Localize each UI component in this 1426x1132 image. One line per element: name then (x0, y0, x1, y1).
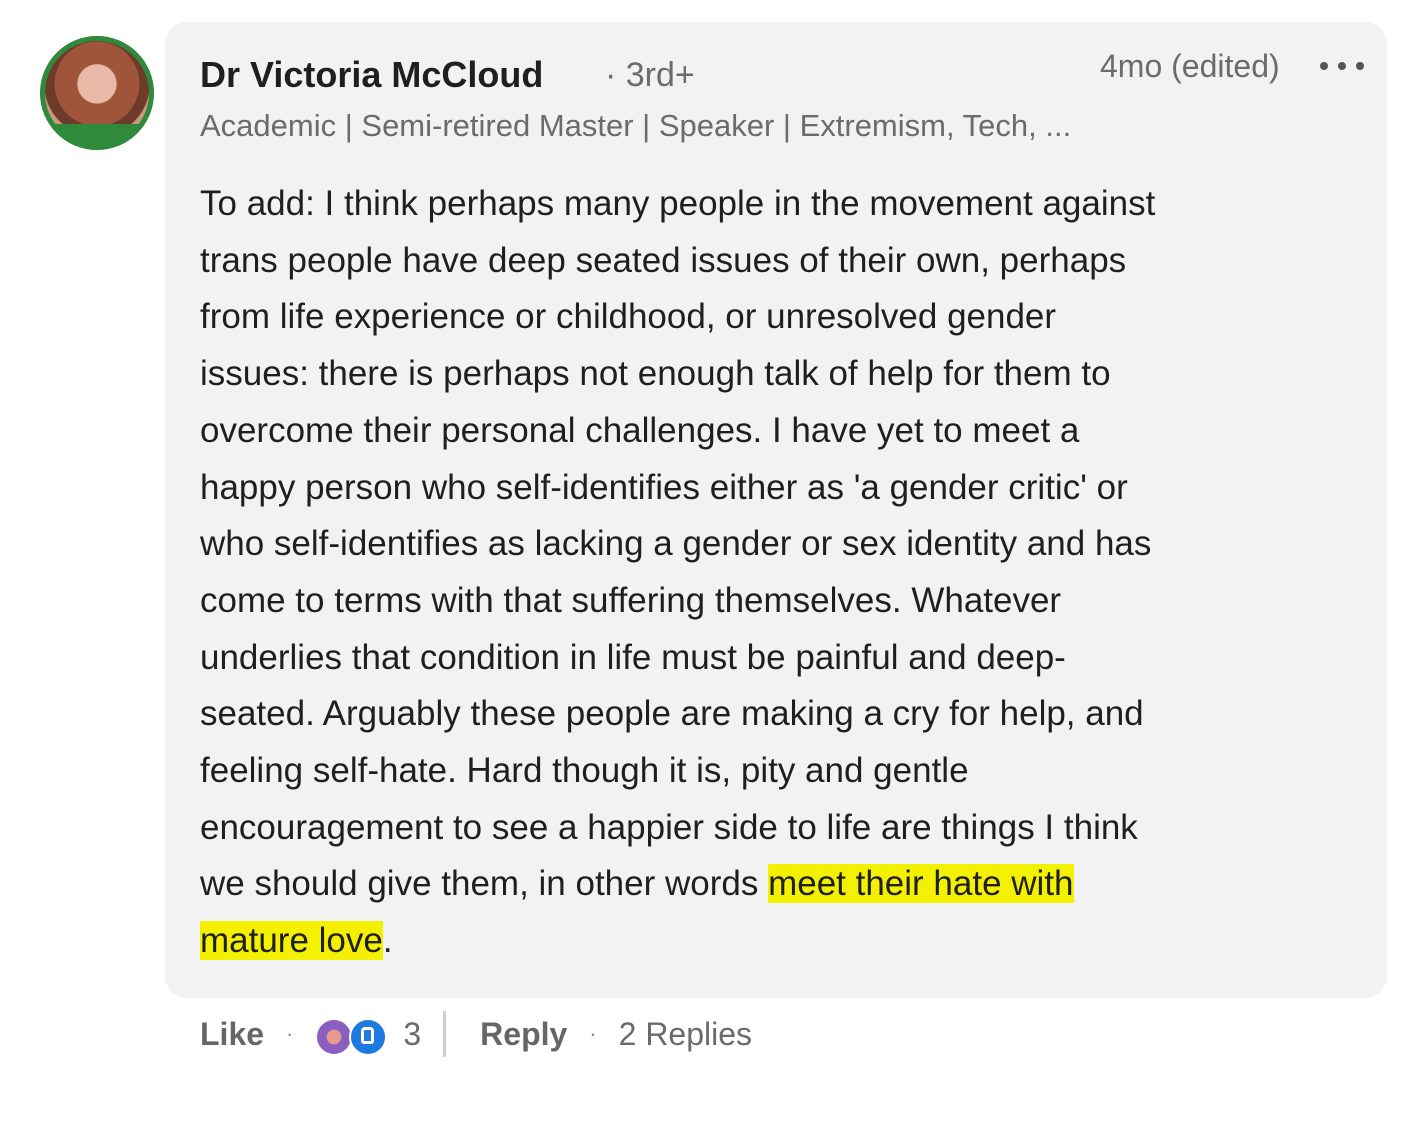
comment-line: underlies that condition in life must be… (200, 637, 1066, 677)
comment-line: come to terms with that suffering themse… (200, 580, 1062, 620)
reaction-count[interactable]: 3 (403, 1016, 421, 1053)
author-headline: Academic | Semi-retired Master | Speaker… (200, 108, 1072, 143)
comment-line: encouragement to see a happier side to l… (200, 807, 1138, 847)
reaction-icons[interactable] (315, 1014, 389, 1056)
like-reaction-icon (349, 1018, 388, 1056)
comment-actions: Like · 3 Reply · 2 Replies (200, 1008, 752, 1060)
comment-line: feeling self-hate. Hard though it is, pi… (200, 751, 969, 791)
comment-line: To add: I think perhaps many people in t… (200, 184, 1156, 223)
comment-line: seated. Arguably these people are making… (200, 694, 1144, 734)
open-to-work-badge (54, 124, 140, 146)
comment-text: we should give them, in other words (200, 864, 769, 904)
comment-timestamp: 4mo (edited) (1100, 48, 1280, 84)
separator-dot: · (589, 1021, 597, 1046)
comment-line: trans people have deep seated issues of … (200, 240, 1127, 280)
comment-line: who self-identifies as lacking a gender … (200, 524, 1152, 564)
reply-button[interactable]: Reply (480, 1016, 567, 1053)
author-avatar[interactable] (40, 36, 154, 150)
action-divider (443, 1011, 447, 1057)
author-name[interactable]: Dr Victoria McCloud (200, 54, 543, 96)
highlighted-text: meet their hate with (768, 864, 1074, 904)
comment-text: . (382, 921, 393, 961)
more-options-icon[interactable] (1320, 54, 1364, 78)
comment-line: issues: there is perhaps not enough talk… (200, 354, 1111, 394)
connection-degree: · 3rd+ (605, 56, 695, 94)
comment-line: mature love. (200, 913, 1350, 970)
comment-line: from life experience or childhood, or un… (200, 297, 1057, 337)
like-button[interactable]: Like (200, 1016, 264, 1053)
comment-line: happy person who self-identifies either … (200, 467, 1128, 507)
comment-line: overcome their personal challenges. I ha… (200, 410, 1080, 450)
love-reaction-icon (315, 1018, 354, 1056)
comment-body: To add: I think perhaps many people in t… (200, 176, 1350, 970)
comment-line: we should give them, in other words meet… (200, 856, 1350, 913)
separator-dot: · (286, 1021, 294, 1046)
replies-link[interactable]: 2 Replies (619, 1016, 752, 1053)
highlighted-text: mature love (200, 921, 383, 961)
